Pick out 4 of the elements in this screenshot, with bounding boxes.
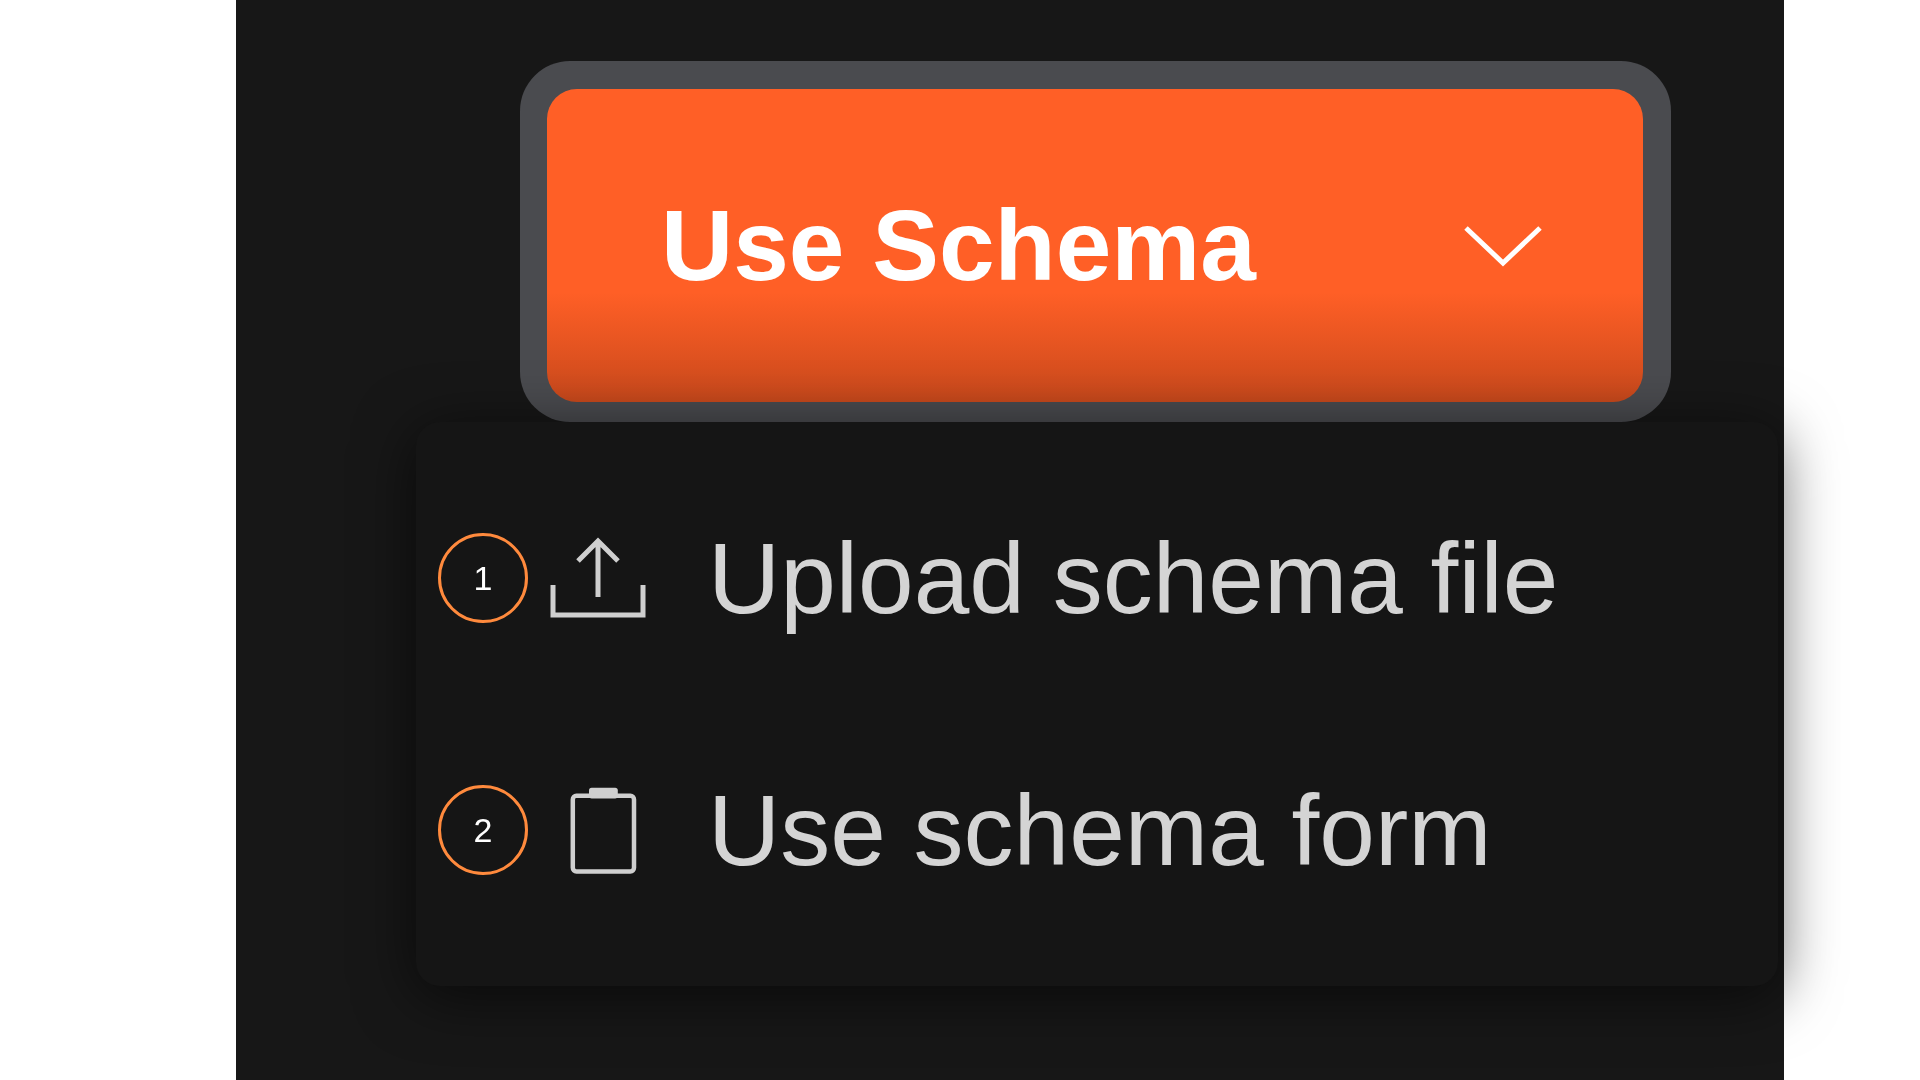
number-badge: 1	[438, 533, 528, 623]
menu-item-label: Upload schema file	[708, 520, 1559, 636]
number-badge: 2	[438, 785, 528, 875]
chevron-down-icon	[1463, 224, 1543, 267]
